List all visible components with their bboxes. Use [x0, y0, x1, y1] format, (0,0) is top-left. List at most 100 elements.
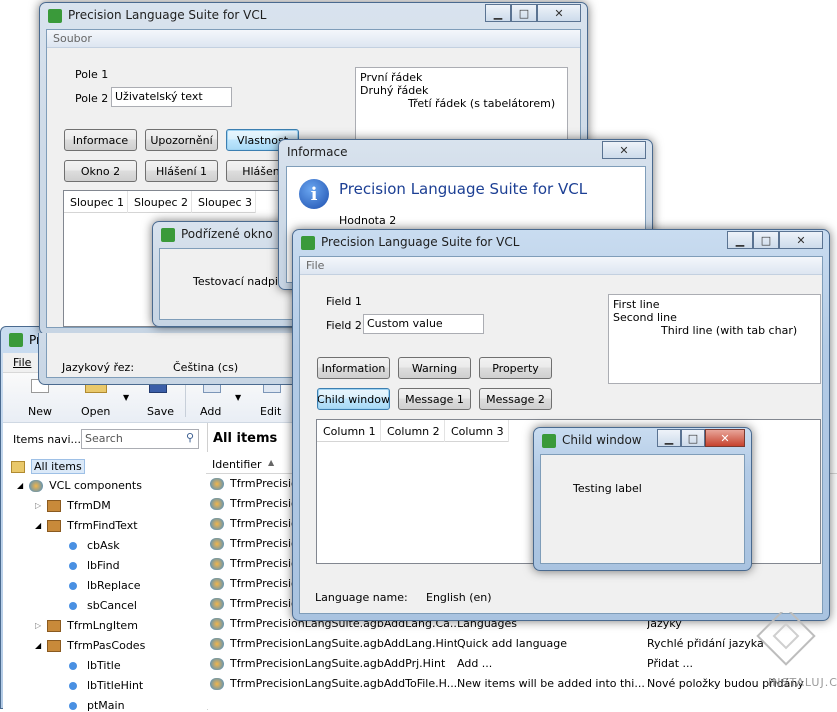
hlaseni1-button[interactable]: Hlášení 1: [145, 160, 218, 182]
maximize-button[interactable]: □: [511, 4, 537, 22]
close-button[interactable]: ✕: [537, 4, 581, 22]
table-row[interactable]: TfrmPrecisionLangSuite.agbAddToFile.H...…: [206, 674, 836, 694]
maximize-button[interactable]: □: [681, 429, 705, 447]
minimize-button[interactable]: ▁: [727, 231, 753, 249]
menu-file[interactable]: File: [306, 259, 324, 272]
app-icon: [301, 236, 315, 250]
czech-menubar: Soubor: [47, 30, 580, 48]
toolbar-open[interactable]: Open: [81, 405, 110, 418]
english-child-label: Testing label: [573, 482, 642, 495]
property-button[interactable]: Property: [479, 357, 552, 379]
component-icon: [210, 638, 224, 650]
english-child-titlebar[interactable]: Child window ▁ □ ✕: [534, 428, 751, 454]
component-icon: [210, 498, 224, 510]
english-cell: New items will be added into thi...: [457, 677, 645, 690]
tree-item-lbtitle[interactable]: lbTitle: [69, 659, 121, 672]
table-row[interactable]: TfrmPrecisionLangSuite.agbAddLang.Hint Qu…: [206, 634, 836, 654]
czech-child-label: Testovací nadpis: [193, 275, 284, 288]
minimize-button[interactable]: ▁: [657, 429, 681, 447]
tree-item-cbask[interactable]: cbAsk: [69, 539, 120, 552]
component-icon: [210, 538, 224, 550]
message2-button[interactable]: Message 2: [479, 388, 552, 410]
collapse-arrow-icon[interactable]: ◢: [35, 641, 41, 650]
okno2-button[interactable]: Okno 2: [64, 160, 137, 182]
items-navigator-label: Items navi...: [13, 433, 82, 446]
message1-button[interactable]: Message 1: [398, 388, 471, 410]
column-header[interactable]: Sloupec 1: [64, 191, 128, 213]
component-icon: [210, 598, 224, 610]
pole2-input[interactable]: Uživatelský text: [111, 87, 232, 107]
property-bullet-icon: [69, 601, 77, 610]
table-row[interactable]: TfrmPrecisionLangSuite.agbAddPrj.Hint Add…: [206, 654, 836, 674]
informace-button[interactable]: Informace: [64, 129, 137, 151]
english-language-label: Language name:: [315, 591, 408, 604]
field2-input[interactable]: Custom value: [363, 314, 484, 334]
tree-item-tfrmpascodes[interactable]: ◢ TfrmPasCodes: [35, 639, 145, 652]
components-icon: [29, 479, 44, 492]
minimize-button[interactable]: ▁: [485, 4, 511, 22]
tree-item-lbreplace[interactable]: lbReplace: [69, 579, 141, 592]
column-header[interactable]: Column 2: [381, 420, 445, 442]
app-icon: [9, 333, 23, 347]
english-titlebar[interactable]: Precision Language Suite for VCL ▁ □ ✕: [293, 230, 829, 256]
close-button[interactable]: ✕: [779, 231, 823, 249]
upozorneni-button[interactable]: Upozornění: [145, 129, 218, 151]
info-title: Informace: [287, 145, 348, 159]
close-button[interactable]: ✕: [602, 141, 646, 159]
expand-arrow-icon[interactable]: ▷: [35, 501, 41, 510]
english-child-window: Child window ▁ □ ✕ Testing label: [533, 427, 752, 571]
tree-item-vcl-components[interactable]: ◢ VCL components: [17, 479, 142, 492]
add-dropdown-icon[interactable]: ▼: [235, 393, 241, 402]
column-header[interactable]: Sloupec 2: [128, 191, 192, 213]
field2-label: Field 2: [326, 319, 362, 332]
tree-item-tfrmdm[interactable]: ▷ TfrmDM: [35, 499, 111, 512]
open-dropdown-icon[interactable]: ▼: [123, 393, 129, 402]
property-bullet-icon: [69, 701, 77, 710]
property-bullet-icon: [69, 561, 77, 570]
close-button[interactable]: ✕: [705, 429, 745, 447]
info-heading: Precision Language Suite for VCL: [339, 180, 588, 198]
memo-line-3: Třetí řádek (s tabelátorem): [408, 97, 556, 110]
tree-item-sbcancel[interactable]: sbCancel: [69, 599, 137, 612]
collapse-arrow-icon[interactable]: ◢: [35, 521, 41, 530]
memo-line-2: Second line: [613, 311, 677, 324]
memo-line-1: First line: [613, 298, 660, 311]
tree-item-lbfind[interactable]: lbFind: [69, 559, 120, 572]
folder-icon: [11, 460, 25, 473]
english-memo[interactable]: First line Second line Third line (with …: [608, 294, 821, 384]
czech-memo[interactable]: První řádek Druhý řádek Třetí řádek (s t…: [355, 67, 568, 142]
tree-item-tfrmfindtext[interactable]: ◢ TfrmFindText: [35, 519, 138, 532]
information-button[interactable]: Information: [317, 357, 390, 379]
tree-item-tfrmlngitem[interactable]: ▷ TfrmLngItem: [35, 619, 138, 632]
toolbar-save[interactable]: Save: [147, 405, 174, 418]
collapse-arrow-icon[interactable]: ◢: [17, 481, 23, 490]
tree-item-lbtitlehint[interactable]: lbTitleHint: [69, 679, 143, 692]
tree-item-ptmain[interactable]: ptMain: [69, 699, 125, 712]
component-icon: [210, 578, 224, 590]
app-icon: [48, 9, 62, 23]
column-header[interactable]: Column 1: [317, 420, 381, 442]
toolbar-add[interactable]: Add: [200, 405, 221, 418]
identifier-column-header[interactable]: Identifier: [212, 458, 262, 471]
english-cell: Quick add language: [457, 637, 568, 650]
column-header[interactable]: Column 3: [445, 420, 509, 442]
warning-button[interactable]: Warning: [398, 357, 471, 379]
search-input[interactable]: Search ⚲: [81, 429, 199, 449]
property-bullet-icon: [69, 661, 77, 670]
form-icon: [47, 639, 62, 652]
property-bullet-icon: [69, 581, 77, 590]
info-titlebar[interactable]: Informace ✕: [279, 140, 652, 166]
identifier-cell: TfrmPrecisionLangSuite.agbAddToFile.H...: [230, 677, 457, 690]
expand-arrow-icon[interactable]: ▷: [35, 621, 41, 630]
czech-titlebar[interactable]: Precision Language Suite for VCL ▁ □ ✕: [40, 3, 587, 29]
english-listview-header: Column 1 Column 2 Column 3: [317, 420, 509, 442]
child-window-button[interactable]: Child window: [317, 388, 390, 410]
menu-file[interactable]: File: [13, 356, 31, 369]
maximize-button[interactable]: □: [753, 231, 779, 249]
tree-item-all-items[interactable]: All items: [11, 459, 85, 474]
menu-soubor[interactable]: Soubor: [53, 32, 92, 45]
column-header[interactable]: Sloupec 3: [192, 191, 256, 213]
search-icon[interactable]: ⚲: [186, 431, 194, 444]
toolbar-new[interactable]: New: [28, 405, 52, 418]
toolbar-edit[interactable]: Edit: [260, 405, 281, 418]
